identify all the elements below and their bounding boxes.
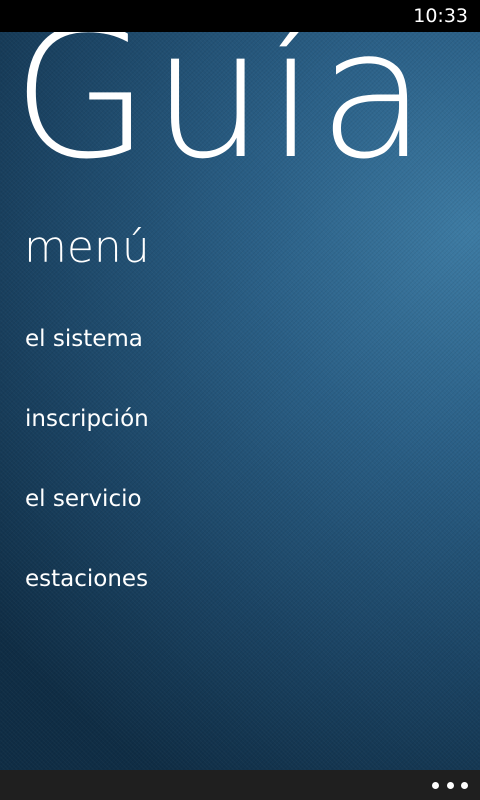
ellipsis-dot (446, 781, 454, 789)
status-bar: 10:33 (0, 0, 480, 32)
status-clock: 10:33 (413, 5, 468, 27)
menu-item-inscripcion[interactable]: inscripción (0, 404, 480, 484)
ellipsis-dot (432, 781, 439, 789)
menu-list: el sistema inscripción el servicio estac… (0, 324, 480, 644)
menu-item-el-sistema[interactable]: el sistema (0, 324, 480, 404)
menu-item-estaciones[interactable]: estaciones (0, 564, 480, 644)
section-header-menu: menú (24, 222, 150, 273)
ellipsis-icon[interactable] (432, 776, 468, 794)
panorama-title: Guía T (12, 32, 480, 198)
menu-item-el-servicio[interactable]: el servicio (0, 484, 480, 564)
ellipsis-dot (461, 781, 468, 789)
app-bar (0, 770, 480, 800)
panorama-page: Guía T menú el sistema inscripción el se… (0, 32, 480, 770)
